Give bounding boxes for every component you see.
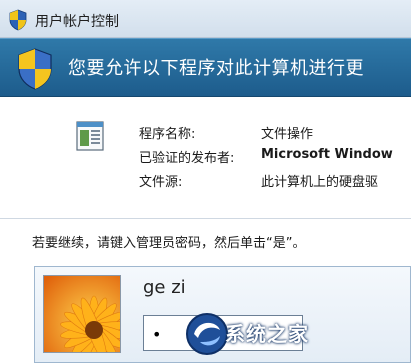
file-source-value: 此计算机上的硬盘驱 xyxy=(261,175,379,190)
publisher-value: Microsoft Window xyxy=(261,147,393,162)
uac-shield-icon xyxy=(18,48,52,90)
watermark: 系统之家 xyxy=(180,292,411,363)
title-bar: 用户帐户控制 xyxy=(0,0,411,38)
user-avatar xyxy=(43,275,121,353)
password-mask: • xyxy=(152,325,162,344)
watermark-text: 系统之家 xyxy=(225,322,309,346)
uac-banner: 您要允许以下程序对此计算机进行更 xyxy=(0,38,411,97)
program-window-icon xyxy=(76,121,104,151)
window-title: 用户帐户控制 xyxy=(35,14,119,30)
user-avatar-flower xyxy=(44,276,120,352)
publisher-label: 已验证的发布者: xyxy=(139,151,235,166)
admin-prompt-text: 若要继续，请键入管理员密码，然后单击“是”。 xyxy=(32,236,306,251)
file-source-label: 文件源: xyxy=(139,175,183,190)
banner-message: 您要允许以下程序对此计算机进行更 xyxy=(68,58,364,79)
program-details: 程序名称: 文件操作 已验证的发布者: Microsoft Window 文件源… xyxy=(0,97,411,207)
program-name-label: 程序名称: xyxy=(139,127,196,142)
divider xyxy=(0,218,411,219)
program-name-value: 文件操作 xyxy=(261,127,314,142)
uac-shield-icon xyxy=(9,9,27,31)
